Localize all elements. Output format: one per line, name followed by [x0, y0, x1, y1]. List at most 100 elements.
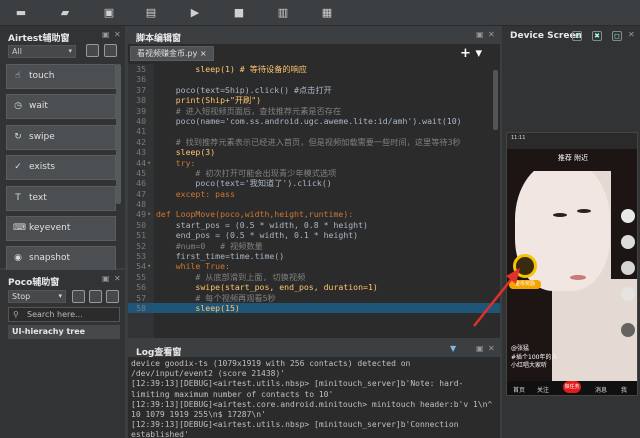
fold-marker-icon[interactable]: ▾ — [147, 209, 151, 219]
comment-icon[interactable] — [621, 261, 635, 275]
log-output[interactable]: device goodix-ts (1079x1919 with 256 con… — [131, 359, 497, 438]
author-avatar-icon[interactable] — [621, 209, 635, 223]
save-button[interactable]: ▣ — [102, 6, 116, 20]
run-button[interactable]: ▶ — [188, 6, 202, 20]
api-button-keyevent[interactable]: ⌨ keyevent — [6, 215, 116, 241]
fold-marker-icon[interactable]: ▾ — [147, 261, 151, 271]
phone-feed-tabs[interactable]: 推荐 附近 — [507, 153, 637, 163]
api-button-touch[interactable]: ☝ touch — [6, 64, 116, 89]
video-username[interactable]: @张猛 — [511, 343, 529, 352]
screenshot-icon[interactable] — [104, 44, 117, 57]
panel-float-icon[interactable]: ▣ — [476, 30, 484, 39]
ui-hierarchy-tree-item[interactable]: UI-hierachy tree — [8, 325, 120, 339]
chevron-down-icon: ▾ — [58, 292, 62, 300]
save-as-button[interactable]: ▤ — [144, 6, 158, 20]
swipe-icon: ↻ — [14, 131, 22, 142]
api-button-text[interactable]: Ttext — [6, 185, 116, 211]
device-list-icon[interactable]: ≡ — [572, 31, 582, 41]
api-button-wait[interactable]: ◷ wait — [6, 94, 116, 120]
code-line[interactable]: 53 first_time=time.time() — [128, 251, 500, 261]
share-icon[interactable] — [621, 287, 635, 301]
log-line: device goodix-ts (1079x1919 with 256 con… — [131, 359, 411, 368]
code-line[interactable]: 43 sleep(3) — [128, 147, 500, 157]
code-line[interactable]: 46 poco(text='我知道了').click() — [128, 178, 500, 188]
record-poco-icon[interactable] — [106, 290, 119, 303]
like-heart-icon[interactable] — [621, 235, 635, 249]
code-line[interactable]: 38 print(Ship+"开刷") — [128, 95, 500, 105]
code-line[interactable]: 58 sleep(15) — [128, 302, 500, 314]
tab-script-file[interactable]: 看视频赚金币.py × — [130, 46, 214, 61]
code-line[interactable]: 49 ▾ def LoopMove(poco,width,height,runtim… — [128, 209, 500, 219]
settings-button[interactable]: ▦ — [320, 6, 334, 20]
video-content[interactable]: 推荐 附近 金币奖励 @张猛 #插个100年的人 小红唱大家听 — [507, 149, 637, 381]
code-text: # 初次打开可能会出现青少年模式选项 — [156, 167, 337, 178]
clock-icon: ◷ — [14, 101, 22, 112]
panel-float-icon[interactable]: ▣ — [102, 30, 110, 39]
code-line[interactable]: 41 — [128, 126, 500, 136]
line-number: 49 — [136, 209, 146, 220]
fullscreen-icon[interactable]: ◻ — [612, 31, 622, 41]
poco-mode-select[interactable]: Stop ▾ — [8, 290, 66, 303]
line-number: 47 — [136, 188, 146, 199]
code-line[interactable]: 39 # 进入短视频页面后，查找推荐元素是否存在 — [128, 106, 500, 116]
new-tab-plus-icon[interactable]: + ▾ — [460, 47, 482, 60]
panel-close-icon[interactable]: ✕ — [114, 30, 121, 39]
code-area[interactable]: 35 sleep(1) # 等待设备的响应 36 37 poco(text=Ship… — [128, 64, 500, 338]
panel-close-icon[interactable]: ✕ — [488, 30, 495, 39]
nav-messages[interactable]: 消息 — [595, 385, 607, 394]
code-line[interactable]: 47 except: pass — [128, 189, 500, 199]
line-number: 37 — [136, 84, 146, 95]
panel-float-icon[interactable]: ▣ — [476, 344, 484, 353]
panel-close-icon[interactable]: ✕ — [114, 274, 121, 283]
code-line[interactable]: 44 ▾ try: — [128, 158, 500, 168]
nav-home[interactable]: 首页 — [513, 385, 525, 394]
record-button[interactable]: ▥ — [276, 6, 290, 20]
save-icon: ▣ — [103, 6, 115, 19]
code-line[interactable]: 51 end_pos = (0.5 * width, 0.1 * height) — [128, 230, 500, 240]
phone-screen[interactable]: 11:11 推荐 附近 金币奖励 @张猛 #插个100年的人 小红唱大家听 首页… — [506, 132, 638, 396]
tools-icon[interactable]: ✖ — [592, 31, 602, 41]
nav-me[interactable]: 我 — [621, 385, 627, 394]
panel-close-icon[interactable]: ✕ — [628, 30, 635, 39]
add-image-icon[interactable] — [86, 44, 99, 57]
refresh-icon[interactable] — [89, 290, 102, 303]
code-line[interactable]: 57 # 每个视频再观看5秒 — [128, 293, 500, 303]
open-folder-button[interactable]: ▰ — [58, 6, 72, 20]
code-line[interactable]: 35 sleep(1) # 等待设备的响应 — [128, 64, 500, 74]
code-line[interactable]: 55 # 从底部滑到上面, 切换视频 — [128, 272, 500, 282]
code-line[interactable]: 50 start_pos = (0.5 * width, 0.8 * heigh… — [128, 220, 500, 230]
filter-icon[interactable]: ▼ — [450, 344, 456, 353]
line-number: 46 — [136, 178, 146, 189]
code-line[interactable]: 56 swipe(start_pos, end_pos, duration=1) — [128, 282, 500, 292]
code-line[interactable]: 42 # 找到推荐元素表示已经进入首页，但是视频加载需要一些时间，这里等待3秒 — [128, 137, 500, 147]
line-number: 45 — [136, 167, 146, 178]
nav-follow[interactable]: 关注 — [537, 385, 549, 394]
poco-panel-title: Poco辅助窗 — [8, 278, 60, 288]
code-line[interactable]: 48 — [128, 199, 500, 209]
api-button-swipe[interactable]: ↻ swipe — [6, 124, 116, 150]
airtest-scrollbar[interactable] — [116, 64, 121, 204]
stop-button[interactable]: ■ — [232, 6, 246, 20]
lock-icon[interactable] — [72, 290, 85, 303]
close-icon[interactable]: × — [200, 49, 207, 58]
poco-search-input[interactable]: ⚲ Search here... — [8, 307, 120, 322]
task-red-button[interactable]: 做任务 — [563, 381, 581, 393]
script-editor-panel: 脚本编辑窗 ▣ ✕ 看视频赚金币.py × + ▾ 35 sleep(1) # … — [128, 26, 500, 338]
line-number: 44 — [136, 157, 146, 168]
code-line[interactable]: 45 # 初次打开可能会出现青少年模式选项 — [128, 168, 500, 178]
fold-marker-icon[interactable]: ▾ — [147, 158, 151, 168]
panel-float-icon[interactable]: ▣ — [102, 274, 110, 283]
api-button-snapshot[interactable]: ◉ snapshot — [6, 246, 116, 272]
panel-close-icon[interactable]: ✕ — [488, 344, 495, 353]
airtest-filter-select[interactable]: All ▾ — [8, 45, 76, 58]
api-button-exists[interactable]: ✓ exists — [6, 155, 116, 181]
code-line[interactable]: 36 — [128, 74, 500, 84]
editor-scrollbar[interactable] — [493, 70, 498, 130]
coin-reward-icon[interactable] — [513, 254, 537, 278]
new-file-button[interactable]: ▬ — [14, 6, 28, 20]
code-line[interactable]: 40 poco(name='com.ss.android.ugc.aweme.l… — [128, 116, 500, 126]
code-line[interactable]: 52 #num=0 # 视频数量 — [128, 241, 500, 251]
code-line[interactable]: 37 poco(text=Ship).click() #点击打开 — [128, 85, 500, 95]
code-line[interactable]: 54 ▾ while True: — [128, 261, 500, 271]
music-disc-icon[interactable] — [621, 323, 635, 337]
